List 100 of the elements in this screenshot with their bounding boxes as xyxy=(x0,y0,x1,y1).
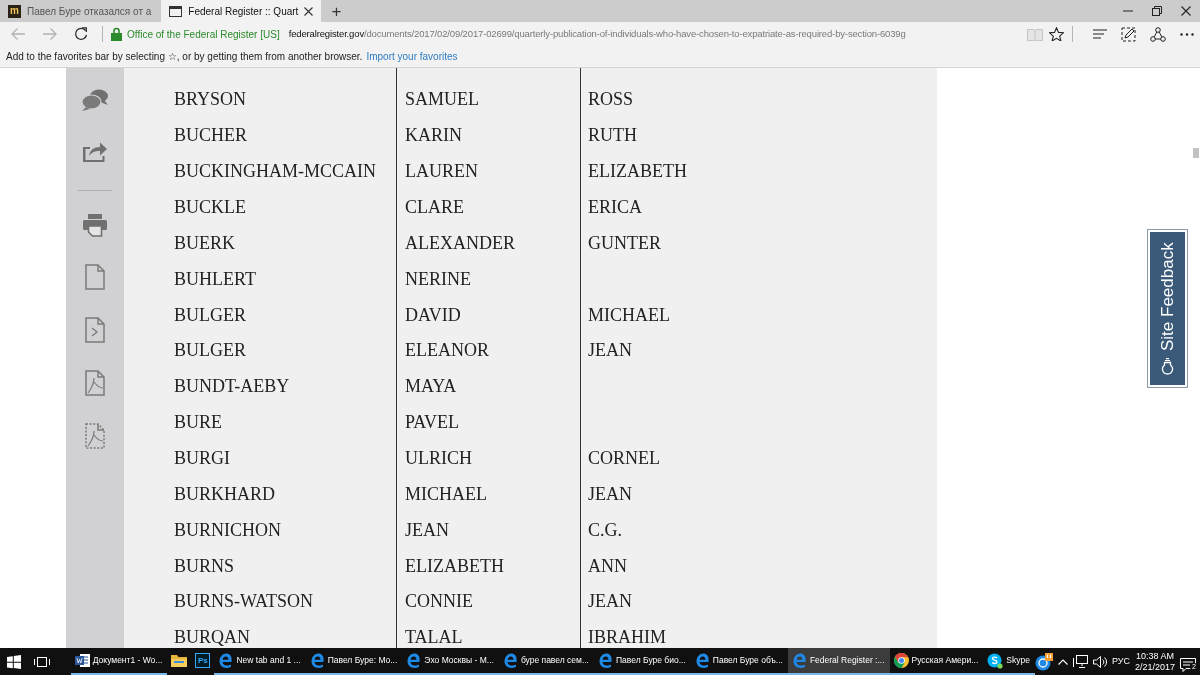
share-icon[interactable] xyxy=(1150,26,1166,42)
import-favorites-link[interactable]: Import your favorites xyxy=(366,49,458,64)
last-name-text: BUNDT-AEBY xyxy=(174,375,290,399)
first-name-text: KARIN xyxy=(405,124,462,148)
middle-name-text: IBRAHIM xyxy=(588,626,666,648)
middle-name-text: ANN xyxy=(588,554,627,578)
favorites-bar-message: Add to the favorites bar by selecting ☆, or by getting them from another browser. xyxy=(6,50,363,64)
address-field[interactable]: federalregister.gov/documents/2017/02/09/2017-02699/quarterly-publication-of-individuals-who-have-chosen-to-expatriate-as-required-by-section-6039g xyxy=(288,26,906,42)
hub-icon[interactable] xyxy=(1093,29,1107,39)
last-name-text: BUHLERT xyxy=(174,267,256,291)
last-name-text: BUERK xyxy=(174,231,235,255)
page-icon xyxy=(169,5,183,17)
app-logo: Ps xyxy=(195,653,211,668)
last-name-text: BUCKINGHAM-MCCAIN xyxy=(174,160,376,184)
site-feedback-tab[interactable]: Site Feedback xyxy=(1147,229,1188,388)
last-name-text: BURKHARD xyxy=(174,482,275,506)
last-name-text: BURQAN xyxy=(174,626,250,648)
speech-bubbles-icon[interactable] xyxy=(81,88,109,112)
chrome-browser-icon xyxy=(893,653,909,668)
clock-date[interactable]: 2/21/2017 xyxy=(1134,661,1175,673)
middle-name-text: GUNTER xyxy=(588,231,661,255)
last-name-text: BURE xyxy=(174,411,222,435)
first-name-text: MICHAEL xyxy=(405,482,487,506)
dashed-pdf-document-icon[interactable] xyxy=(85,423,105,449)
close-icon[interactable] xyxy=(304,6,314,16)
middle-name-text: JEAN xyxy=(588,590,632,614)
middle-name-text: ERICA xyxy=(588,196,642,219)
taskbar-button[interactable]: Эхо Москвы - M... xyxy=(402,648,499,675)
site-logo: m xyxy=(8,4,21,18)
middle-name-text: ROSS xyxy=(588,88,634,112)
last-name-text: BURNS xyxy=(174,554,235,578)
taskbar-button[interactable]: Павел Буре объ... xyxy=(690,648,788,675)
middle-name-text: RUTH xyxy=(588,124,637,148)
windows-logo-icon[interactable] xyxy=(6,654,21,669)
clock-time[interactable]: 10:38 AM xyxy=(1134,650,1175,662)
chevron-up-icon[interactable] xyxy=(1057,658,1068,665)
network-icon[interactable] xyxy=(1072,655,1088,668)
first-name-text: ELEANOR xyxy=(405,339,489,363)
notification-icon[interactable] xyxy=(1180,658,1196,673)
middle-name-text: ELIZABETH xyxy=(588,160,687,184)
restore-icon xyxy=(1151,6,1162,16)
first-name-text: PAVEL xyxy=(405,411,460,435)
last-name-text: BURNICHON xyxy=(174,518,281,542)
more-icon[interactable] xyxy=(1180,32,1194,36)
star-icon[interactable] xyxy=(1049,27,1064,41)
printer-icon[interactable] xyxy=(82,213,108,237)
speaker-icon[interactable] xyxy=(1092,655,1107,668)
pdf-document-icon[interactable] xyxy=(85,370,105,396)
last-name-text: BULGER xyxy=(174,339,246,363)
taskbar-button[interactable]: Skype xyxy=(983,648,1035,675)
middle-name-text: JEAN xyxy=(588,482,632,506)
taskbar-button[interactable]: Federal Register :... xyxy=(787,648,890,675)
alert-app-icon[interactable] xyxy=(1034,652,1053,671)
first-name-text: DAVID xyxy=(405,303,461,327)
first-name-text: SAMUEL xyxy=(405,88,479,112)
folder-icon xyxy=(171,654,188,667)
taskbar-button[interactable]: Павел Буре био... xyxy=(593,648,691,675)
first-name-text: LAUREN xyxy=(405,160,478,184)
taskbar-button[interactable]: Ps xyxy=(191,648,215,675)
first-name-text: MAYA xyxy=(405,375,457,399)
middle-name-text: CORNEL xyxy=(588,447,660,470)
site-identity-label[interactable]: Office of the Federal Register [US] xyxy=(127,26,280,42)
close-icon xyxy=(1180,6,1191,16)
refresh-icon[interactable] xyxy=(74,27,88,41)
browser-tab[interactable]: m Павел Буре отказался от а xyxy=(0,0,160,22)
new-tab-button[interactable]: + xyxy=(323,0,350,22)
first-name-text: ALEXANDER xyxy=(405,231,515,255)
taskbar-button[interactable]: Русская Амери... xyxy=(889,648,984,675)
taskbar-button[interactable]: Документ1 - Wo... xyxy=(70,648,168,675)
padlock-icon[interactable] xyxy=(111,27,122,41)
taskbar-button[interactable]: New tab and 1 ... xyxy=(214,648,306,675)
edge-browser-icon xyxy=(694,653,710,668)
middle-name-text: C.G. xyxy=(588,518,622,542)
last-name-text: BRYSON xyxy=(174,88,247,112)
last-name-text: BUCKLE xyxy=(174,196,246,219)
edge-browser-icon xyxy=(406,653,422,668)
skype-logo-icon xyxy=(987,652,1004,669)
task-view-icon[interactable] xyxy=(33,655,50,668)
input-language-indicator[interactable]: РУС xyxy=(1111,654,1130,669)
edge-browser-icon xyxy=(502,653,518,668)
first-name-text: TALAL xyxy=(405,626,463,648)
middle-name-text: MICHAEL xyxy=(588,303,670,327)
last-name-text: BULGER xyxy=(174,303,246,327)
taskbar-button[interactable]: буре павел сем... xyxy=(498,648,594,675)
taskbar-button[interactable]: Павел Буре: Mo... xyxy=(305,648,403,675)
last-name-text: BUCHER xyxy=(174,124,247,148)
edge-browser-icon xyxy=(791,653,807,668)
browser-tab[interactable]: Federal Register :: Quart xyxy=(161,0,322,22)
word-document-icon xyxy=(74,653,90,668)
first-name-text: JEAN xyxy=(405,518,449,542)
last-name-text: BURGI xyxy=(174,447,230,470)
edge-browser-icon xyxy=(309,653,325,668)
middle-name-text: JEAN xyxy=(588,339,632,363)
first-name-text: ULRICH xyxy=(405,447,472,470)
first-name-text: CLARE xyxy=(405,196,464,219)
edge-browser-icon xyxy=(218,653,234,668)
document-chevron-icon[interactable] xyxy=(85,317,105,343)
pen-note-icon[interactable] xyxy=(1121,26,1136,42)
scrollbar-thumb[interactable] xyxy=(1193,148,1199,158)
document-icon[interactable] xyxy=(85,264,105,290)
